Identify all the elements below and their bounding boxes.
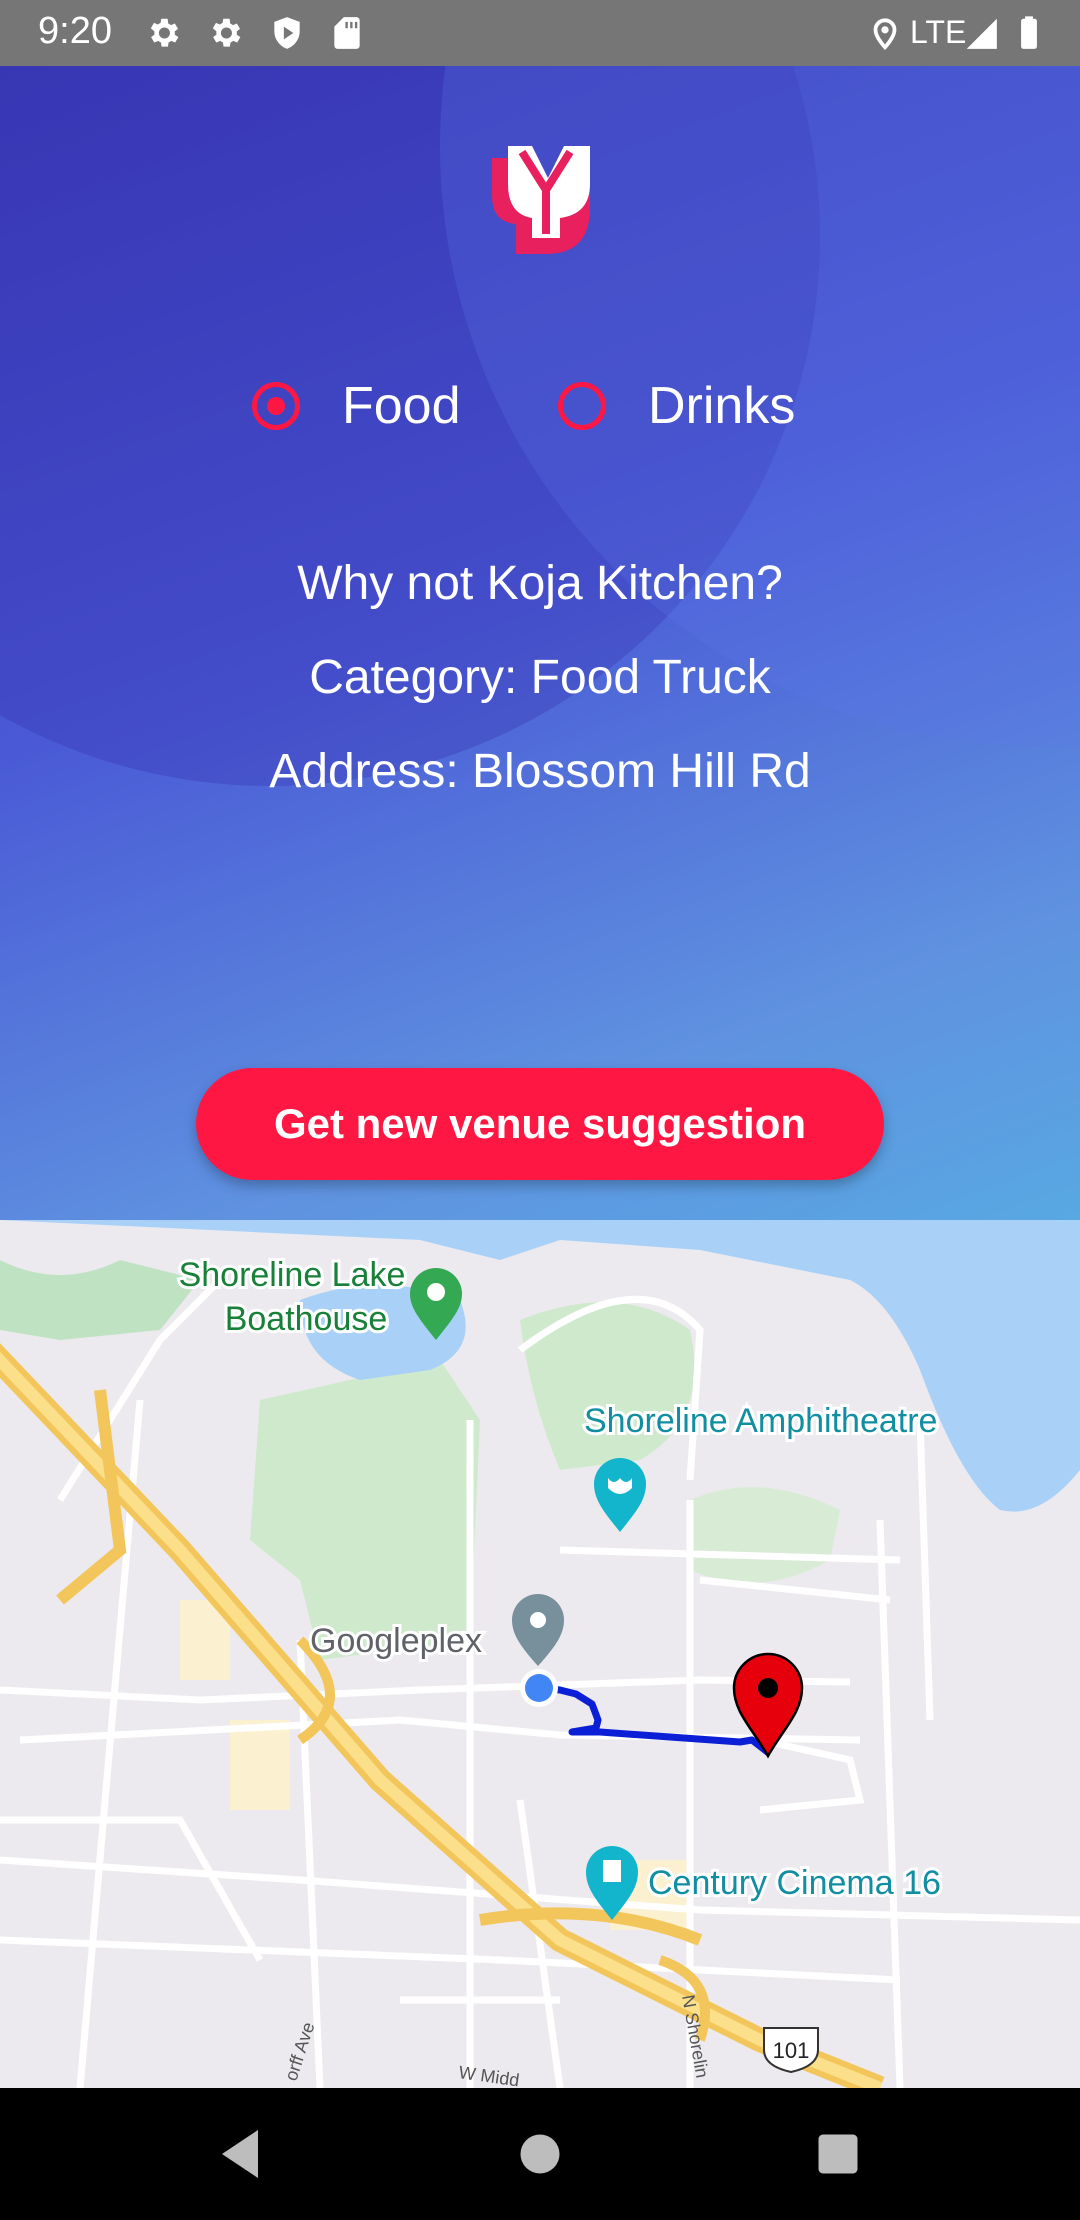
settings-icon [212,18,241,47]
radio-drinks-label: Drinks [648,377,796,435]
street-label: orff Ave [281,2020,319,2084]
sd-card-icon [334,17,360,49]
home-icon[interactable] [504,2118,576,2190]
radio-food[interactable]: Food [252,366,461,446]
highway-101-label: 101 [773,2038,810,2063]
settings-icon [150,18,179,47]
boathouse-label-line1[interactable]: Shoreline Lake [176,1253,409,1297]
map-view[interactable]: 101 Shoreline Lake Boathouse Shoreline A… [0,1220,1080,2088]
googleplex-label[interactable]: Googleplex [307,1619,485,1663]
get-new-venue-button[interactable]: Get new venue suggestion [196,1068,884,1180]
suggestion-address: Address: Blossom Hill Rd [269,745,811,798]
radio-food-indicator[interactable] [252,382,300,430]
recents-icon[interactable] [802,2118,874,2190]
radio-food-label: Food [342,377,461,435]
radio-drinks[interactable]: Drinks [558,366,795,446]
suggestion-title: Why not Koja Kitchen? [297,557,783,610]
suggestion-category: Category: Food Truck [309,651,771,704]
park-area [690,1487,840,1583]
amphitheatre-label[interactable]: Shoreline Amphitheatre [581,1399,940,1443]
network-type: LTE [910,14,967,50]
battery-icon [1021,16,1037,49]
system-nav-bar [0,2088,1080,2220]
hero-panel: Food Drinks Why not Koja Kitchen? Catego… [0,66,1080,1220]
location-icon [873,18,897,51]
status-time: 9:20 [38,10,112,52]
cinema-label[interactable]: Century Cinema 16 [645,1861,944,1905]
current-location-icon [525,1674,553,1702]
map-canvas[interactable]: 101 Shoreline Lake Boathouse Shoreline A… [0,1220,1080,2088]
highway-101-shield-icon: 101 [763,2027,819,2074]
boathouse-label-line2[interactable]: Boathouse [222,1297,391,1341]
signal-icon [966,18,997,49]
amphitheatre-pin-icon[interactable] [594,1458,646,1532]
shield-play-icon [274,17,300,49]
golf-course [520,1302,695,1470]
back-icon[interactable] [204,2118,276,2190]
status-bar: 9:20 LTE [0,0,1080,66]
building-area [230,1720,290,1810]
category-radio-group: Food Drinks [0,366,1080,446]
shoreline-park [250,1360,480,1660]
googleplex-pin-icon[interactable] [512,1594,564,1666]
radio-drinks-indicator[interactable] [558,382,606,430]
app-logo-icon [492,146,590,254]
